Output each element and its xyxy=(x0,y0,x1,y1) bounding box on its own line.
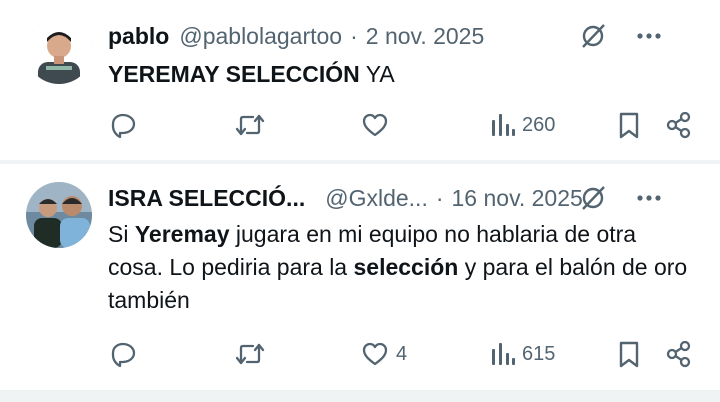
tweet-text: YEREMAY SELECCIÓN YA xyxy=(108,58,690,91)
views-icon xyxy=(490,339,516,369)
bookmark-button[interactable] xyxy=(616,108,642,142)
grok-icon[interactable] xyxy=(578,21,608,51)
bookmark-icon xyxy=(616,339,642,369)
views-button[interactable]: 615 xyxy=(490,337,555,371)
more-icon[interactable] xyxy=(636,23,662,49)
retweet-button[interactable] xyxy=(234,337,272,371)
like-button[interactable] xyxy=(360,108,396,142)
avatar[interactable] xyxy=(26,18,92,84)
reply-button[interactable] xyxy=(108,337,144,371)
author-name[interactable]: pablo xyxy=(108,23,169,50)
timeline-feed: pablo @pablolagartoo · 2 nov. 2025 YEREM… xyxy=(0,0,720,402)
retweet-icon xyxy=(234,110,266,140)
text-segment: selección xyxy=(353,254,459,280)
retweet-button[interactable] xyxy=(234,108,272,142)
tweet[interactable]: ISRA SELECCIÓ... @Gxlde... · 16 nov. 202… xyxy=(0,164,720,390)
tweet-actions: 260 xyxy=(108,108,698,142)
like-icon xyxy=(360,110,390,140)
views-button[interactable]: 260 xyxy=(490,108,555,142)
divider xyxy=(0,390,720,402)
author-name[interactable]: ISRA SELECCIÓ... xyxy=(108,185,305,212)
like-button[interactable]: 4 xyxy=(360,337,407,371)
share-button[interactable] xyxy=(664,337,694,371)
header-actions xyxy=(578,20,662,52)
separator-dot: · xyxy=(435,184,444,211)
tweet[interactable]: pablo @pablolagartoo · 2 nov. 2025 YEREM… xyxy=(0,0,720,160)
author-handle[interactable]: @pablolagartoo xyxy=(179,23,342,50)
share-icon xyxy=(664,110,694,140)
separator-dot: · xyxy=(350,22,358,49)
like-count: 4 xyxy=(396,342,408,365)
more-icon[interactable] xyxy=(636,185,662,211)
reply-icon xyxy=(108,110,138,140)
header-actions xyxy=(578,182,662,214)
grok-icon[interactable] xyxy=(578,183,608,213)
retweet-icon xyxy=(234,339,266,369)
text-segment: Yeremay xyxy=(134,221,230,247)
bookmark-button[interactable] xyxy=(616,337,642,371)
share-icon xyxy=(664,339,694,369)
text-segment: Si xyxy=(108,221,135,247)
reply-icon xyxy=(108,339,138,369)
text-segment: YA xyxy=(359,61,395,87)
tweet-date[interactable]: 16 nov. 2025 xyxy=(452,185,583,212)
author-handle[interactable]: @Gxlde... xyxy=(325,185,428,212)
avatar[interactable] xyxy=(26,182,92,248)
bookmark-icon xyxy=(616,110,642,140)
reply-button[interactable] xyxy=(108,108,144,142)
tweet-actions: 4 615 xyxy=(108,337,698,371)
text-segment: YEREMAY SELECCIÓN xyxy=(108,61,360,87)
like-icon xyxy=(360,339,390,369)
tweet-date[interactable]: 2 nov. 2025 xyxy=(366,23,485,50)
tweet-header: pablo @pablolagartoo · 2 nov. 2025 xyxy=(108,20,690,52)
views-count: 260 xyxy=(522,113,556,136)
share-button[interactable] xyxy=(664,108,694,142)
views-icon xyxy=(490,110,516,140)
tweet-text: Si Yeremay jugara en mi equipo no hablar… xyxy=(108,218,690,317)
views-count: 615 xyxy=(522,342,556,365)
tweet-header: ISRA SELECCIÓ... @Gxlde... · 16 nov. 202… xyxy=(108,182,690,214)
